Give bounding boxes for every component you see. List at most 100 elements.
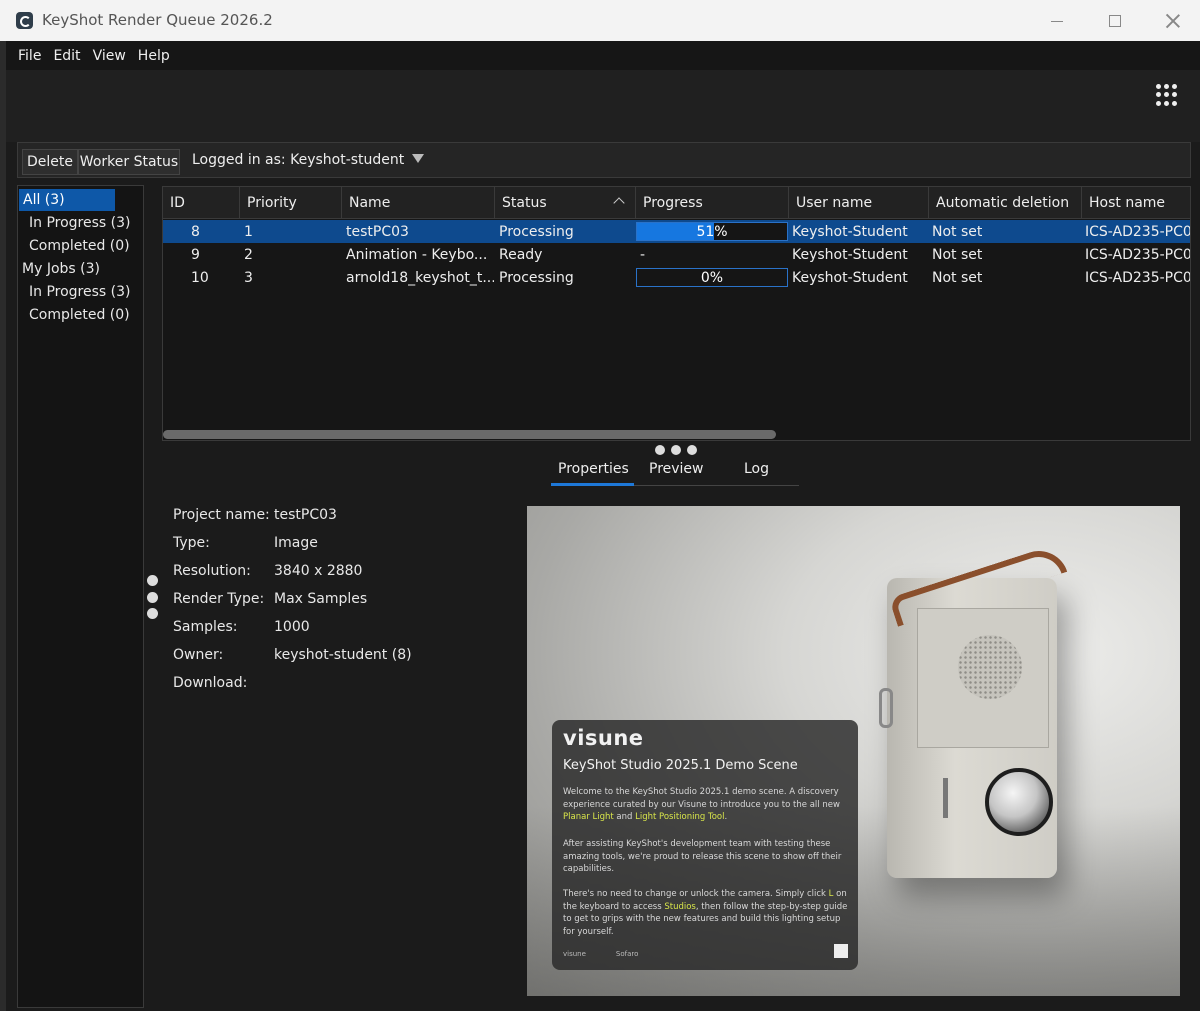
prop-label-owner: Owner: [173,647,224,663]
tab-log[interactable]: Log [744,461,769,477]
horizontal-splitter-handle[interactable] [655,445,697,455]
prop-value-resolution: 3840 x 2880 [274,563,363,579]
progress-bar: 51% [636,222,788,241]
column-header-automatic-deletion[interactable]: Automatic deletion [929,187,1082,219]
close-icon [1166,14,1180,28]
table-row[interactable]: 8 1 testPC03 Processing 51% Keyshot-Stud… [163,220,1191,243]
cell-automatic-deletion: Not set [932,269,983,286]
column-header-host-name[interactable]: Host name [1082,187,1190,219]
dropdown-arrow-icon [412,154,425,163]
prop-value-samples: 1000 [274,619,310,635]
cell-status: Processing [499,269,574,286]
menu-file[interactable]: File [12,48,47,64]
card-paragraph-1: Welcome to the KeyShot Studio 2025.1 dem… [563,787,840,822]
progress-bar: 0% [636,268,788,287]
cell-name: testPC03 [346,223,409,240]
render-preview-image: visune KeyShot Studio 2025.1 Demo Scene … [527,506,1180,996]
vertical-splitter-handle[interactable] [147,575,158,619]
demo-scene-card: visune KeyShot Studio 2025.1 Demo Scene … [552,720,858,970]
book-icon [834,944,848,958]
detail-tabs: Properties Preview Log [551,459,799,486]
cell-status: Processing [499,223,574,240]
prop-label-download: Download: [173,675,248,691]
cell-user-name: Keyshot-Student [792,223,908,240]
toolbar: Delete Worker Status Logged in as: Keysh… [17,142,1191,178]
app-icon [16,12,33,29]
sidebar-item-my-jobs[interactable]: My Jobs (3) [22,258,100,280]
sidebar-item-my-in-progress[interactable]: In Progress (3) [29,281,130,303]
login-dropdown[interactable]: Logged in as: Keyshot-student [192,152,425,168]
cell-host-name: ICS-AD235-PC0 [1085,246,1191,263]
cell-priority: 2 [244,246,253,263]
sidebar-item-my-completed[interactable]: Completed (0) [29,304,130,326]
card-title: KeyShot Studio 2025.1 Demo Scene [563,758,798,773]
cell-name: Animation - Keybo... [346,246,488,263]
sidebar-item-all-completed[interactable]: Completed (0) [29,235,130,257]
prop-label-samples: Samples: [173,619,238,635]
left-edge [0,41,6,1011]
prop-label-type: Type: [173,535,210,551]
maximize-icon [1109,15,1121,27]
column-header-status[interactable]: Status [495,187,636,219]
cell-status: Ready [499,246,543,263]
cell-automatic-deletion: Not set [932,246,983,263]
column-header-id[interactable]: ID [163,187,240,219]
progress-label: 0% [700,269,724,286]
column-header-progress[interactable]: Progress [636,187,789,219]
cell-host-name: ICS-AD235-PC0 [1085,223,1191,240]
cell-id: 9 [191,246,200,263]
card-footer: visune Sofaro [563,950,639,958]
window-title: KeyShot Render Queue 2026.2 [42,11,273,29]
prop-value-type: Image [274,535,318,551]
prop-value-project-name: testPC03 [274,507,337,523]
job-table: ID Priority Name Status Progress User na… [162,186,1191,441]
card-paragraph-3: There's no need to change or unlock the … [563,889,848,937]
radio-device-illustration [879,543,1068,878]
menu-view[interactable]: View [87,48,132,64]
brand-logo-text: visune [563,726,644,750]
sidebar-item-all-in-progress[interactable]: In Progress (3) [29,212,130,234]
prop-label-resolution: Resolution: [173,563,251,579]
sort-ascending-icon [613,197,625,209]
cell-host-name: ICS-AD235-PC0 [1085,269,1191,286]
menu-bar: File Edit View Help [6,41,1200,70]
table-row[interactable]: 10 3 arnold18_keyshot_t... Processing 0%… [163,266,1191,289]
menu-edit[interactable]: Edit [47,48,86,64]
card-paragraph-2: After assisting KeyShot's development te… [563,839,842,874]
cell-user-name: Keyshot-Student [792,246,908,263]
close-button[interactable] [1150,6,1196,36]
prop-label-project-name: Project name: [173,507,270,523]
cell-priority: 3 [244,269,253,286]
cell-id: 8 [191,223,200,240]
cell-id: 10 [191,269,209,286]
worker-status-button[interactable]: Worker Status [78,149,180,175]
job-filter-sidebar: All (3) In Progress (3) Completed (0) My… [17,185,144,1008]
minimize-button[interactable] [1034,6,1080,36]
minimize-icon [1051,20,1063,22]
cell-priority: 1 [244,223,253,240]
prop-label-render-type: Render Type: [173,591,265,607]
title-bar: KeyShot Render Queue 2026.2 [0,0,1200,41]
delete-button[interactable]: Delete [22,149,78,175]
column-header-user-name[interactable]: User name [789,187,929,219]
active-tab-indicator [551,483,634,486]
maximize-button[interactable] [1092,6,1138,36]
column-header-priority[interactable]: Priority [240,187,342,219]
cell-name: arnold18_keyshot_t... [346,269,494,286]
prop-value-render-type: Max Samples [274,591,368,607]
cell-progress: - [640,246,646,263]
login-label: Logged in as: Keyshot-student [192,152,405,168]
table-row[interactable]: 9 2 Animation - Keybo... Ready - Keyshot… [163,243,1191,266]
prop-value-owner: keyshot-student (8) [274,647,412,663]
sidebar-item-all[interactable]: All (3) [19,189,115,211]
apps-grid-icon[interactable] [1156,84,1178,106]
progress-label: 51% [696,223,728,240]
header-area [6,70,1200,142]
tab-preview[interactable]: Preview [649,461,704,477]
tab-properties[interactable]: Properties [558,461,629,477]
column-header-name[interactable]: Name [342,187,495,219]
cell-user-name: Keyshot-Student [792,269,908,286]
menu-help[interactable]: Help [132,48,176,64]
cell-automatic-deletion: Not set [932,223,983,240]
horizontal-scrollbar[interactable] [163,430,776,439]
